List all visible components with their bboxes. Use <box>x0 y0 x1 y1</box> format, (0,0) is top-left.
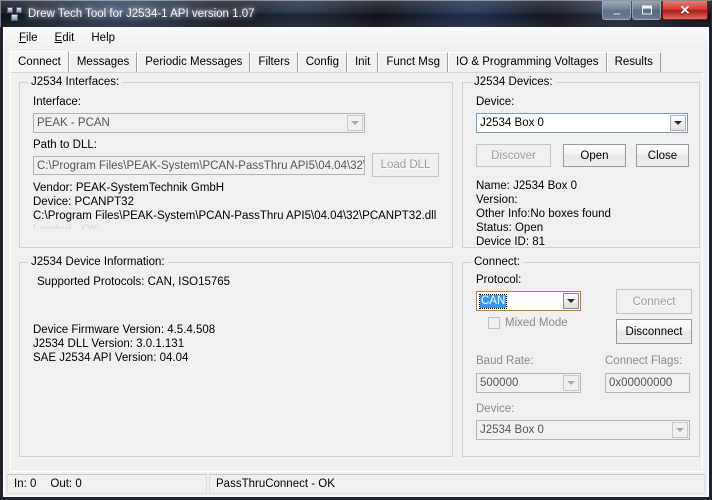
connect-flags-value: 0x00000000 <box>609 377 673 389</box>
tab-periodic-messages[interactable]: Periodic Messages <box>137 52 251 72</box>
group-j2534-devices-label: J2534 Devices: <box>471 76 556 88</box>
menu-item-file-label: ile <box>26 31 38 44</box>
disconnect-button[interactable]: Disconnect <box>616 319 692 344</box>
open-button[interactable]: Open <box>563 144 626 167</box>
device-combo[interactable]: J2534 Box 0 <box>476 113 688 133</box>
group-j2534-interfaces: J2534 Interfaces: Interface: PEAK - PCAN… <box>19 76 453 248</box>
protocol-label: Protocol: <box>476 274 522 286</box>
tab-connect[interactable]: Connect <box>10 51 69 72</box>
tab-filters[interactable]: Filters <box>250 52 298 72</box>
device-status-info: Status: Open <box>476 222 544 234</box>
app-icon <box>7 6 23 22</box>
menu-bar: File Edit Help <box>4 27 708 48</box>
path-to-dll-value: C:\Program Files\PEAK-System\PCAN-PassTh… <box>37 159 365 172</box>
path-to-dll-label: Path to DLL: <box>33 139 97 151</box>
interface-label: Interface: <box>33 96 81 108</box>
status-bar: In: 0 Out: 0 PassThruConnect - OK <box>7 474 705 494</box>
menu-item-edit[interactable]: Edit <box>47 30 84 46</box>
menu-item-edit-label: dit <box>62 31 75 44</box>
path-to-dll-input[interactable]: C:\Program Files\PEAK-System\PCAN-PassTh… <box>33 156 365 175</box>
menu-item-help[interactable]: Help <box>83 30 124 46</box>
baud-rate-combo[interactable]: 500000 <box>476 373 581 393</box>
group-connect-label: Connect: <box>471 256 524 268</box>
baud-rate-value: 500000 <box>480 377 519 389</box>
supported-protocols-info: Supported Protocols: CAN, ISO15765 <box>37 276 231 288</box>
chevron-down-icon[interactable] <box>563 375 579 391</box>
menu-item-file[interactable]: File <box>11 30 47 46</box>
menu-item-help-label: Help <box>91 31 116 44</box>
tab-init[interactable]: Init <box>346 52 379 72</box>
device-label: Device: <box>476 96 515 108</box>
mixed-mode-label: Mixed Mode <box>505 317 568 329</box>
chevron-down-icon[interactable] <box>670 115 686 131</box>
device-version-info: Version: <box>476 194 518 206</box>
dll-version-info: J2534 DLL Version: 3.0.1.131 <box>33 338 185 350</box>
tab-page-connect: J2534 Interfaces: Interface: PEAK - PCAN… <box>10 72 703 472</box>
close-device-button[interactable]: Close <box>636 144 689 167</box>
device-info: Device: PCANPT32 <box>33 196 134 208</box>
tab-strip: Connect Messages Periodic Messages Filte… <box>10 51 703 72</box>
discover-button[interactable]: Discover <box>476 144 551 167</box>
vendor-info: Vendor: PEAK-SystemTechnik GmbH <box>33 182 225 194</box>
group-j2534-device-information-label: J2534 Device Information: <box>28 256 168 268</box>
device-other-info: Other Info:No boxes found <box>476 208 611 220</box>
window-client: File Edit Help Connect Messages Periodic… <box>0 27 712 500</box>
tab-config[interactable]: Config <box>297 52 347 72</box>
close-button[interactable]: ✕ <box>662 1 708 20</box>
minimize-button[interactable] <box>602 1 631 20</box>
application-window: Drew Tech Tool for J2534-1 API version 1… <box>0 0 712 500</box>
group-j2534-devices: J2534 Devices: Device: J2534 Box 0 Disco… <box>462 76 700 248</box>
api-version-info: SAE J2534 API Version: 04.04 <box>33 352 189 364</box>
group-j2534-device-information: J2534 Device Information: Supported Prot… <box>19 256 453 457</box>
status-in-count: In: 0 <box>14 478 37 490</box>
connect-device-label: Device: <box>476 403 515 415</box>
tab-funct-msg[interactable]: Funct Msg <box>378 52 449 72</box>
status-out-count: Out: 0 <box>50 478 82 490</box>
protocol-combo-value: CAN <box>478 293 508 309</box>
chevron-down-icon[interactable] <box>672 422 688 438</box>
connect-device-combo[interactable]: J2534 Box 0 <box>476 420 690 440</box>
status-message: PassThruConnect - OK <box>209 474 705 494</box>
device-combo-value: J2534 Box 0 <box>480 117 544 129</box>
load-dll-button[interactable]: Load DLL <box>372 153 439 177</box>
mixed-mode-checkbox[interactable]: Mixed Mode <box>488 317 568 329</box>
tab-io-programming-voltages[interactable]: IO & Programming Voltages <box>448 52 607 72</box>
maximize-icon <box>641 5 652 15</box>
connect-flags-input[interactable]: 0x00000000 <box>605 373 690 393</box>
firmware-version-info: Device Firmware Version: 4.5.4.508 <box>33 324 216 336</box>
baud-rate-label: Baud Rate: <box>476 355 534 367</box>
device-name-info: Name: J2534 Box 0 <box>476 180 578 192</box>
window-title: Drew Tech Tool for J2534-1 API version 1… <box>28 8 255 20</box>
minimize-icon <box>612 12 621 16</box>
maximize-button[interactable] <box>632 1 661 20</box>
group-j2534-interfaces-label: J2534 Interfaces: <box>28 76 123 88</box>
device-id-info: Device ID: 81 <box>476 236 546 248</box>
group-connect: Connect: Protocol: CAN Mixed Mode Connec… <box>462 256 700 457</box>
dll-path-info: C:\Program Files\PEAK-System\PCAN-PassTh… <box>33 210 437 222</box>
checkbox-icon <box>488 317 500 329</box>
protocol-combo[interactable]: CAN <box>476 291 581 311</box>
status-counters: In: 0 Out: 0 <box>7 474 207 494</box>
connect-device-value: J2534 Box 0 <box>480 424 544 436</box>
interface-combo[interactable]: PEAK - PCAN <box>33 113 365 133</box>
tab-results[interactable]: Results <box>606 52 661 72</box>
interface-combo-value: PEAK - PCAN <box>37 117 110 129</box>
dll-loaded-info: Loaded - OK <box>33 223 98 229</box>
connect-button[interactable]: Connect <box>616 289 692 314</box>
connect-flags-label: Connect Flags: <box>605 355 683 367</box>
title-bar[interactable]: Drew Tech Tool for J2534-1 API version 1… <box>0 0 712 27</box>
window-controls: ✕ <box>601 1 708 22</box>
tab-messages[interactable]: Messages <box>68 52 138 72</box>
close-icon: ✕ <box>679 2 691 18</box>
chevron-down-icon[interactable] <box>563 293 579 309</box>
chevron-down-icon[interactable] <box>347 115 363 131</box>
